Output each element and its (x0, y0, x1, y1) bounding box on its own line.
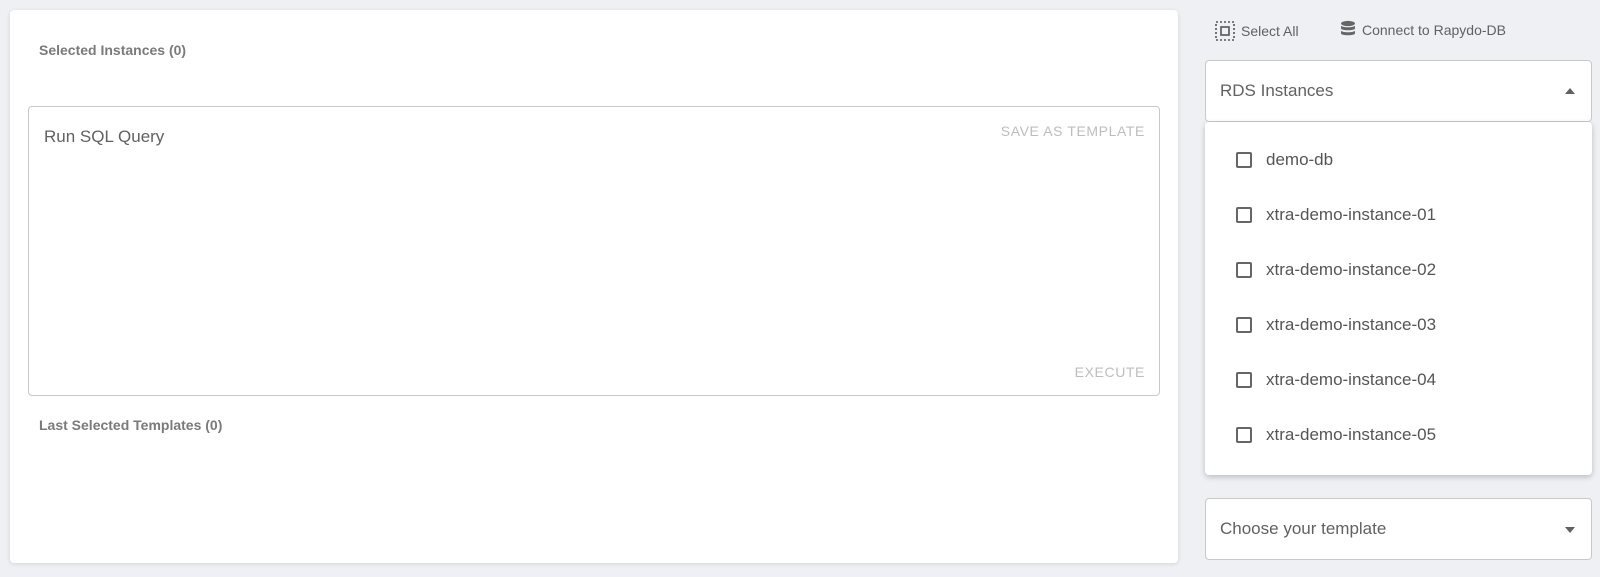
option-label: xtra-demo-instance-03 (1266, 314, 1437, 334)
option-label: xtra-demo-instance-02 (1266, 259, 1437, 279)
rds-instances-dropdown: demo-db xtra-demo-instance-01 xtra-demo-… (1205, 122, 1592, 475)
option-label: demo-db (1266, 149, 1334, 169)
last-selected-templates-label: Last Selected Templates (0) (39, 417, 223, 433)
option-label: xtra-demo-instance-05 (1266, 424, 1437, 444)
choose-template-select-label: Choose your template (1220, 519, 1387, 538)
select-all-label: Select All (1241, 23, 1299, 39)
rds-option-demo-db[interactable]: demo-db (1205, 132, 1592, 187)
rds-instances-select-label: RDS Instances (1220, 81, 1334, 100)
rds-option-xtra-demo-instance-03[interactable]: xtra-demo-instance-03 (1205, 297, 1592, 352)
rds-option-xtra-demo-instance-04[interactable]: xtra-demo-instance-04 (1205, 352, 1592, 407)
select-all-button[interactable]: Select All (1215, 21, 1299, 41)
rds-option-xtra-demo-instance-01[interactable]: xtra-demo-instance-01 (1205, 187, 1592, 242)
sql-query-placeholder: Run SQL Query (44, 127, 165, 146)
connect-rapydo-db-label: Connect to Rapydo-DB (1362, 21, 1506, 38)
query-panel: Selected Instances (0) Run SQL Query SAV… (10, 10, 1178, 563)
checkbox[interactable] (1236, 151, 1252, 168)
caret-down-icon (1565, 527, 1575, 533)
checkbox[interactable] (1236, 316, 1252, 333)
rds-option-xtra-demo-instance-05[interactable]: xtra-demo-instance-05 (1205, 407, 1592, 462)
rds-option-xtra-demo-instance-02[interactable]: xtra-demo-instance-02 (1205, 242, 1592, 297)
choose-template-select[interactable]: Choose your template (1205, 498, 1592, 560)
checkbox[interactable] (1236, 206, 1252, 223)
checkbox[interactable] (1236, 371, 1252, 388)
connect-rapydo-db-button[interactable]: Connect to Rapydo-DB (1340, 20, 1506, 39)
checkbox[interactable] (1236, 426, 1252, 443)
checkbox[interactable] (1236, 261, 1252, 278)
caret-up-icon (1565, 88, 1575, 94)
selected-instances-label: Selected Instances (0) (39, 42, 187, 58)
database-icon (1341, 20, 1355, 36)
sql-query-editor[interactable]: Run SQL Query SAVE AS TEMPLATE EXECUTE (28, 106, 1160, 396)
option-label: xtra-demo-instance-01 (1266, 204, 1437, 224)
save-as-template-button[interactable]: SAVE AS TEMPLATE (1001, 123, 1145, 139)
execute-button[interactable]: EXECUTE (1075, 364, 1145, 380)
option-label: xtra-demo-instance-04 (1266, 369, 1437, 389)
rds-instances-select[interactable]: RDS Instances (1205, 60, 1592, 122)
select-all-icon (1215, 21, 1235, 41)
